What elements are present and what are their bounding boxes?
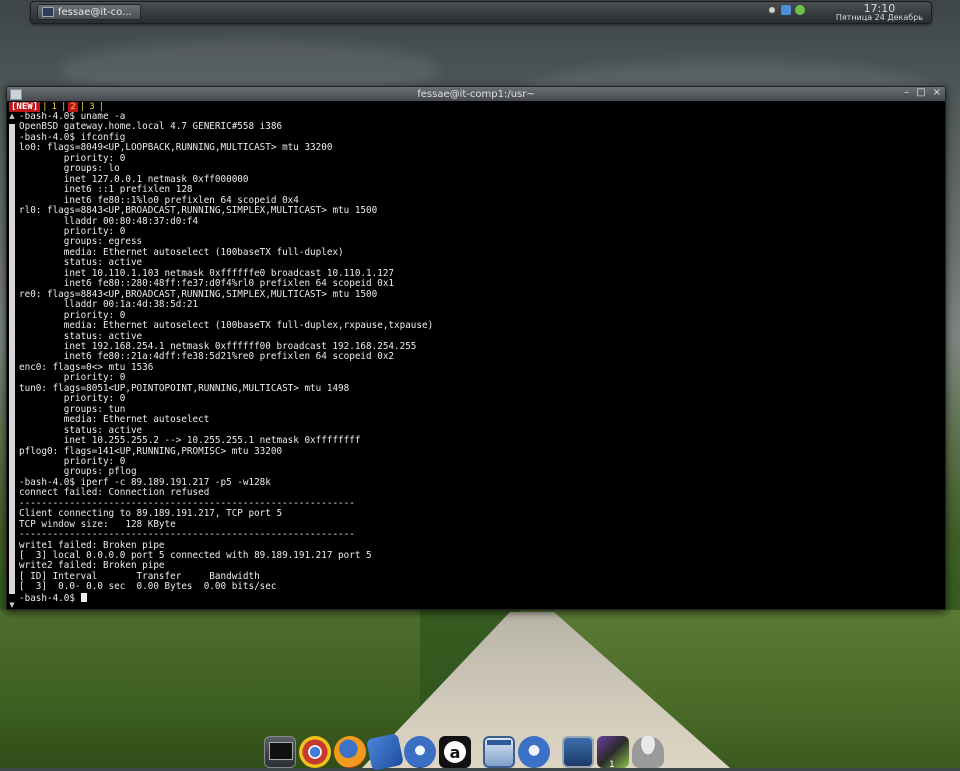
terminal-line: media: Ethernet autoselect (100baseTX fu… (63, 246, 344, 258)
update-tray-icon[interactable] (795, 5, 805, 15)
terminal-line: media: Ethernet autoselect (100baseTX fu… (63, 320, 434, 332)
terminal-line: OpenBSD gateway.home.local 4.7 GENERIC#5… (19, 121, 283, 133)
terminal-line: [ 3] 0.0- 0.0 sec 0.00 Bytes 0.00 bits/s… (19, 581, 277, 593)
terminal-line: lladdr 00:1a:4d:38:5d:21 (63, 299, 199, 311)
terminal-line: inet 10.255.255.2 --> 10.255.255.1 netma… (63, 435, 361, 447)
terminal-line: enc0: flags=0<> mtu 1536 (19, 361, 154, 373)
tab-1[interactable]: 1 (50, 102, 59, 112)
terminal-line: ----------------------------------------… (19, 497, 355, 509)
scroll-down-arrow-icon[interactable]: ▼ (8, 601, 16, 609)
close-icon[interactable]: × (933, 87, 941, 98)
scroll-up-arrow-icon[interactable]: ▲ (8, 112, 16, 120)
terminal-line: connect failed: Connection refused (19, 487, 210, 499)
firefox-icon[interactable] (334, 736, 366, 768)
terminal-line: status: active (63, 257, 143, 269)
terminal-line: groups: egress (63, 236, 143, 248)
window-titlebar[interactable]: fessae@it-comp1:/usr~ – □ × (7, 87, 945, 101)
terminal-window[interactable]: fessae@it-comp1:/usr~ – □ × [NEW] | 1 | … (6, 86, 946, 610)
tab-separator: | (42, 101, 48, 112)
terminal-line: priority: 0 (63, 309, 126, 321)
terminal-line: write1 failed: Broken pipe (19, 539, 165, 551)
terminal-lines: -bash-4.0$ uname -a OpenBSD gateway.home… (19, 112, 433, 592)
record-icon[interactable] (767, 5, 777, 15)
system-tray (767, 5, 805, 15)
minimize-icon[interactable]: – (904, 87, 909, 98)
maximize-icon[interactable]: □ (916, 87, 925, 98)
tab-3[interactable]: 3 (87, 102, 96, 112)
window-controls: – □ × (904, 87, 941, 98)
thunderbird-icon[interactable] (404, 736, 436, 768)
tab-separator: | (60, 101, 67, 112)
clock[interactable]: 17:10 Пятница 24 Декабрь (836, 2, 923, 22)
monitor-icon[interactable] (562, 736, 594, 768)
terminal-line: lo0: flags=8049<UP,LOOPBACK,RUNNING,MULT… (19, 142, 333, 154)
tab-separator: | (98, 101, 105, 112)
scrollbar[interactable]: ▲ ▼ (8, 112, 16, 609)
tab-separator: | (79, 101, 86, 112)
taskbar-button-label: fessae@it-co... (58, 6, 132, 18)
terminal-line: inet 127.0.0.1 netmask 0xff000000 (63, 173, 249, 185)
terminal-prompt: -bash-4.0$ (19, 592, 81, 604)
terminal-area[interactable]: ▲ ▼ -bash-4.0$ uname -a OpenBSD gateway.… (7, 112, 945, 609)
terminal-line: priority: 0 (63, 225, 126, 237)
terminal-line: groups: tun (63, 403, 126, 415)
terminal-line: rl0: flags=8843<UP,BROADCAST,RUNNING,SIM… (19, 205, 378, 217)
terminal-line: priority: 0 (63, 152, 126, 164)
network-icon[interactable] (366, 733, 404, 771)
network-tray-icon[interactable] (781, 5, 791, 15)
terminal-line: -bash-4.0$ ifconfig (19, 131, 126, 143)
window-title: fessae@it-comp1:/usr~ (417, 88, 535, 100)
terminal-line: groups: pflog (63, 466, 137, 478)
application-dock: a 1 (264, 733, 664, 771)
terminal-line: ----------------------------------------… (19, 529, 355, 541)
terminal-line: [ 3] local 0.0.0.0 port 5 connected with… (19, 550, 372, 562)
trash-icon[interactable] (632, 736, 664, 768)
terminal-line: pflog0: flags=141<UP,RUNNING,PROMISC> mt… (19, 445, 283, 457)
clock-date: Пятница 24 Декабрь (835, 13, 923, 22)
terminal-line: media: Ethernet autoselect (63, 414, 210, 426)
terminal-line: inet 192.168.254.1 netmask 0xffffff00 br… (63, 340, 417, 352)
a-icon[interactable]: a (439, 736, 471, 768)
terminal-tabbar: [NEW] | 1 | 2 | 3 | (7, 101, 945, 112)
terminal-line: inet6 fe80::1%lo0 prefixlen 64 scopeid 0… (63, 194, 299, 206)
terminal-line: priority: 0 (63, 372, 126, 384)
terminal-line: groups: lo (63, 163, 120, 175)
terminal-icon[interactable] (264, 736, 296, 768)
terminal-line: priority: 0 (63, 393, 126, 405)
chrome-icon[interactable] (299, 736, 331, 768)
terminal-line: inet 10.110.1.103 netmask 0xffffffe0 bro… (63, 267, 395, 279)
terminal-line: inet6 fe80::280:48ff:fe37:d0f4%rl0 prefi… (63, 278, 395, 290)
gallery-badge: 1 (609, 760, 615, 770)
scrollbar-thumb[interactable] (9, 124, 15, 594)
terminal-line: tun0: flags=8051<UP,POINTOPOINT,RUNNING,… (19, 382, 350, 394)
terminal-line: write2 failed: Broken pipe (19, 560, 165, 572)
terminal-output[interactable]: -bash-4.0$ uname -a OpenBSD gateway.home… (19, 112, 941, 609)
gallery-icon[interactable]: 1 (597, 736, 629, 770)
terminal-line: [ ID] Interval Transfer Bandwidth (19, 570, 260, 582)
thunderbird-alt-icon[interactable] (518, 736, 550, 768)
text-cursor (80, 592, 87, 602)
terminal-line: inet6 ::1 prefixlen 128 (63, 184, 193, 196)
terminal-line: status: active (63, 330, 143, 342)
tab-new[interactable]: [NEW] (9, 101, 41, 112)
window-icon[interactable] (483, 736, 515, 768)
terminal-line: status: active (63, 424, 143, 436)
terminal-line: inet6 fe80::21a:4dff:fe38:5d21%re0 prefi… (63, 351, 395, 363)
taskbar-terminal-button[interactable]: fessae@it-co... (37, 4, 141, 20)
window-menu-icon[interactable] (10, 89, 22, 100)
tab-2[interactable]: 2 (68, 101, 78, 112)
top-panel: fessae@it-co... 17:10 Пятница 24 Декабрь (30, 1, 932, 24)
terminal-line: re0: flags=8843<UP,BROADCAST,RUNNING,SIM… (19, 288, 378, 300)
terminal-line: Client connecting to 89.189.191.217, TCP… (19, 508, 283, 520)
terminal-mini-icon (42, 7, 54, 17)
terminal-line: priority: 0 (63, 455, 126, 467)
terminal-line: -bash-4.0$ iperf -c 89.189.191.217 -p5 -… (19, 476, 271, 488)
terminal-line: lladdr 00:80:48:37:d0:f4 (63, 215, 199, 227)
terminal-line: TCP window size: 128 KByte (19, 518, 176, 530)
